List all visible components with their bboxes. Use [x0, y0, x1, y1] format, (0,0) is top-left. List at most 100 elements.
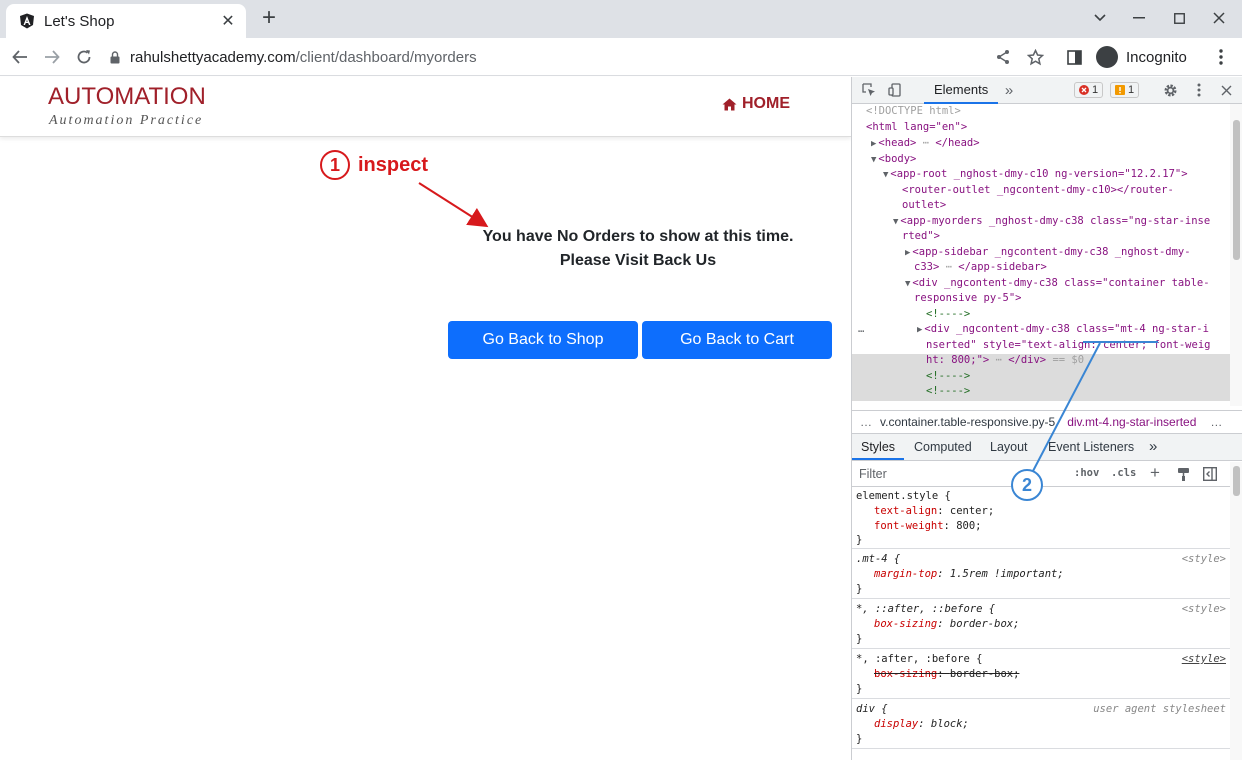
scrollbar-thumb[interactable]	[1233, 120, 1240, 260]
warnings-count: 1	[1128, 84, 1135, 96]
go-back-to-cart-button[interactable]: Go Back to Cart	[642, 321, 832, 359]
scrollbar-thumb[interactable]	[1233, 466, 1240, 496]
expand-triangle-icon[interactable]: ▶	[905, 248, 910, 258]
tab-search-icon[interactable]	[1088, 6, 1112, 30]
style-rules-pane[interactable]: element.style { text-align: center; font…	[852, 487, 1230, 760]
expand-triangle-icon[interactable]: ▶	[871, 139, 876, 149]
tab-layout[interactable]: Layout	[990, 440, 1028, 454]
rule-universal-after-before[interactable]: *, ::after, ::before { <style> box-sizin…	[852, 599, 1230, 649]
site-header: AUTOMATION Automation Practice HOME	[0, 77, 851, 137]
tab-computed[interactable]: Computed	[914, 440, 972, 454]
collapse-triangle-icon[interactable]: ▼	[871, 155, 876, 165]
styles-filter-input[interactable]: Filter	[859, 467, 887, 481]
dom-line-app-myorders[interactable]: ▼ <app-myorders _nghost-dmy-c38 class="ng…	[893, 214, 1210, 231]
styles-scrollbar[interactable]	[1230, 462, 1242, 760]
home-nav-link[interactable]: HOME	[722, 95, 790, 113]
ellipsis-icon[interactable]: ⋯	[939, 261, 958, 273]
dom-line-comment[interactable]: <!---->	[926, 369, 970, 385]
rule-div-user-agent[interactable]: div { user agent stylesheet display: blo…	[852, 699, 1230, 749]
maximize-icon[interactable]	[1167, 6, 1191, 30]
site-brand[interactable]: AUTOMATION	[48, 83, 206, 111]
minimize-icon[interactable]	[1127, 6, 1151, 30]
browser-menu-icon[interactable]	[1209, 45, 1233, 69]
inspect-element-icon[interactable]	[860, 81, 878, 99]
ellipsis-icon[interactable]: ⋯	[989, 354, 1008, 366]
incognito-profile[interactable]: Incognito	[1096, 45, 1187, 69]
dom-line-app-root[interactable]: ▼ <app-root _nghost-dmy-c10 ng-version="1…	[883, 167, 1188, 184]
cls-toggle[interactable]: .cls	[1111, 467, 1136, 479]
warnings-badge[interactable]: 1	[1110, 82, 1140, 98]
rule-universal-overridden[interactable]: *, :after, :before { <style> box-sizing:…	[852, 649, 1230, 699]
rule-selector: element.style {	[856, 490, 951, 502]
dom-line-selected-div[interactable]: ▶ <div _ngcontent-dmy-c38 class="mt-4 ng-…	[917, 322, 1209, 339]
more-tabs-icon[interactable]: »	[1149, 438, 1157, 455]
collapse-triangle-icon[interactable]: ▼	[883, 170, 888, 180]
expand-triangle-icon[interactable]: ▶	[917, 325, 922, 335]
dom-tree[interactable]: <!DOCTYPE html> <html lang="en"> ▶ <head>…	[852, 104, 1230, 406]
paint-roller-icon[interactable]	[1177, 467, 1190, 484]
rule-declaration-overridden[interactable]: box-sizing: border-box;	[874, 667, 1019, 682]
lock-icon	[110, 50, 120, 64]
back-icon[interactable]	[8, 45, 32, 69]
dom-line-comment[interactable]: <!---->	[926, 307, 970, 323]
address-bar[interactable]: rahulshettyacademy.com/client/dashboard/…	[110, 42, 980, 72]
dom-line-head[interactable]: ▶ <head> ⋯ </head>	[871, 136, 980, 153]
reload-icon[interactable]	[72, 45, 96, 69]
rule-source[interactable]: <style>	[1182, 652, 1226, 667]
collapse-triangle-icon[interactable]: ▼	[893, 217, 898, 227]
share-icon[interactable]	[991, 45, 1015, 69]
breadcrumb-selected-div[interactable]: div.mt-4.ng-star-inserted	[1067, 415, 1196, 429]
ellipsis-icon[interactable]: ⋯	[916, 137, 935, 149]
close-devtools-icon[interactable]	[1218, 81, 1234, 99]
dom-line-html[interactable]: <html lang="en">	[866, 120, 967, 136]
rule-declaration[interactable]: text-align: center;	[874, 504, 994, 519]
errors-count: 1	[1092, 84, 1099, 96]
collapse-triangle-icon[interactable]: ▼	[905, 279, 910, 289]
rule-declaration[interactable]: margin-top: 1.5rem !important;	[874, 567, 1064, 582]
close-window-icon[interactable]	[1207, 6, 1231, 30]
dom-line-router-outlet[interactable]: <router-outlet _ngcontent-dmy-c10></rout…	[902, 183, 1174, 199]
devtools-menu-icon[interactable]	[1192, 81, 1206, 99]
rule-declaration[interactable]: font-weight: 800;	[874, 519, 982, 534]
site-brand-subtitle: Automation Practice	[49, 113, 204, 128]
rule-selector: div {	[856, 703, 888, 715]
page-viewport: AUTOMATION Automation Practice HOME 1 in…	[0, 77, 851, 760]
rule-source[interactable]: <style>	[1182, 602, 1226, 617]
dom-line-comment[interactable]: <!---->	[926, 384, 970, 400]
rule-mt-4[interactable]: .mt-4 { <style> margin-top: 1.5rem !impo…	[852, 549, 1230, 599]
new-style-rule-icon[interactable]: +	[1150, 463, 1160, 483]
tab-elements[interactable]: Elements	[924, 77, 999, 104]
errors-badge[interactable]: 1	[1074, 82, 1104, 98]
error-icon	[1079, 85, 1089, 95]
rule-source[interactable]: <style>	[1182, 552, 1226, 567]
tab-styles[interactable]: Styles	[861, 440, 895, 454]
go-back-to-shop-button[interactable]: Go Back to Shop	[448, 321, 638, 359]
breadcrumb-scroll-right[interactable]: …	[1210, 415, 1222, 429]
toggle-sidebar-icon[interactable]	[1202, 466, 1218, 484]
rule-selector: *, ::after, ::before {	[856, 603, 996, 615]
tab-close-icon[interactable]: ✕	[218, 11, 238, 31]
rule-declaration[interactable]: box-sizing: border-box;	[874, 617, 1019, 632]
side-panel-icon[interactable]	[1062, 45, 1086, 69]
rule-declaration[interactable]: display: block;	[874, 717, 969, 732]
device-toolbar-icon[interactable]	[886, 81, 904, 99]
bookmark-star-icon[interactable]	[1023, 45, 1047, 69]
breadcrumb-container[interactable]: v.container.table-responsive.py-5	[880, 415, 1055, 429]
breadcrumb-scroll-left[interactable]: …	[860, 415, 872, 429]
rule-close: }	[856, 583, 863, 595]
rule-selector: *, :after, :before {	[856, 653, 983, 665]
annotation-step-2: 2	[1011, 469, 1043, 501]
visit-back-message: Please Visit Back Us	[559, 252, 717, 269]
settings-gear-icon[interactable]	[1161, 81, 1179, 99]
tab-event-listeners[interactable]: Event Listeners	[1048, 440, 1134, 454]
dom-node-more-icon[interactable]: …	[858, 322, 864, 338]
new-tab-button[interactable]: +	[256, 6, 282, 32]
more-tabs-icon[interactable]: »	[1002, 81, 1016, 99]
rule-element-style[interactable]: element.style { text-align: center; font…	[852, 487, 1230, 549]
dom-line-doctype[interactable]: <!DOCTYPE html>	[866, 104, 961, 120]
dom-tree-scrollbar[interactable]	[1230, 104, 1242, 406]
forward-icon[interactable]	[40, 45, 64, 69]
tab-lets-shop[interactable]: Let's Shop ✕	[6, 4, 246, 38]
hov-toggle[interactable]: :hov	[1074, 467, 1099, 479]
no-orders-message: You have No Orders to show at this time.	[482, 228, 794, 245]
